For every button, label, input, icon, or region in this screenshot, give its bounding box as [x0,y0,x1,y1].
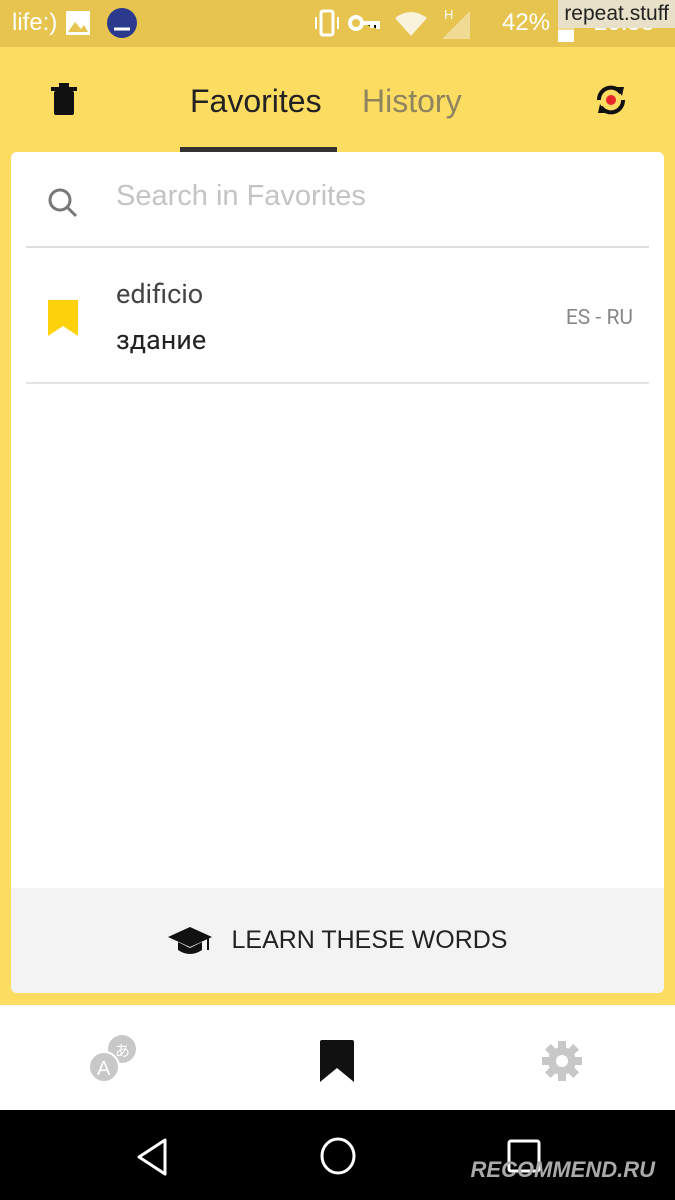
svg-text:A: A [97,1058,111,1080]
carrier-label: life:) [12,9,58,36]
svg-text:あ: あ [115,1042,130,1060]
battery-percent: 42% [502,9,551,36]
watermark: repeat.stuff [558,0,675,28]
back-icon[interactable] [135,1138,169,1176]
search-bar [26,152,649,248]
sync-icon[interactable] [594,83,628,117]
search-input[interactable] [116,180,616,213]
home-icon[interactable] [319,1136,357,1176]
svg-text:H: H [444,7,453,22]
list-item[interactable]: edificio здание ES - RU [26,248,649,384]
translate-icon[interactable]: Aあ [88,1033,138,1083]
tab-history[interactable]: History [362,83,462,120]
footer-watermark: RECOMMEND.RU [470,1157,655,1182]
vibrate-icon [315,9,339,37]
bookmark-icon[interactable] [48,300,78,336]
status-bar: life:) H 42% 20:58 repeat.stuff [0,0,675,47]
graduation-cap-icon [167,926,212,954]
trash-icon[interactable] [50,83,78,115]
settings-icon[interactable] [542,1041,582,1081]
app-notification-icon [107,8,137,38]
tab-favorites[interactable]: Favorites [190,83,322,120]
bookmark-nav-icon[interactable] [320,1040,354,1082]
signal-icon: H [442,7,470,39]
bottom-nav: Aあ [0,1005,675,1110]
search-icon [48,188,78,218]
wifi-icon [395,12,427,36]
system-nav-bar [0,1110,675,1200]
language-pair: ES - RU [565,306,633,330]
translation: здание [116,324,207,356]
vpn-key-icon [348,15,380,31]
favorites-card: edificio здание ES - RU LEARN THESE WORD… [11,152,664,993]
learn-words-label: LEARN THESE WORDS [231,926,508,954]
header: Favorites History [0,47,675,152]
image-icon [66,11,90,35]
learn-words-button[interactable]: LEARN THESE WORDS [11,888,664,993]
word: edificio [116,278,204,310]
